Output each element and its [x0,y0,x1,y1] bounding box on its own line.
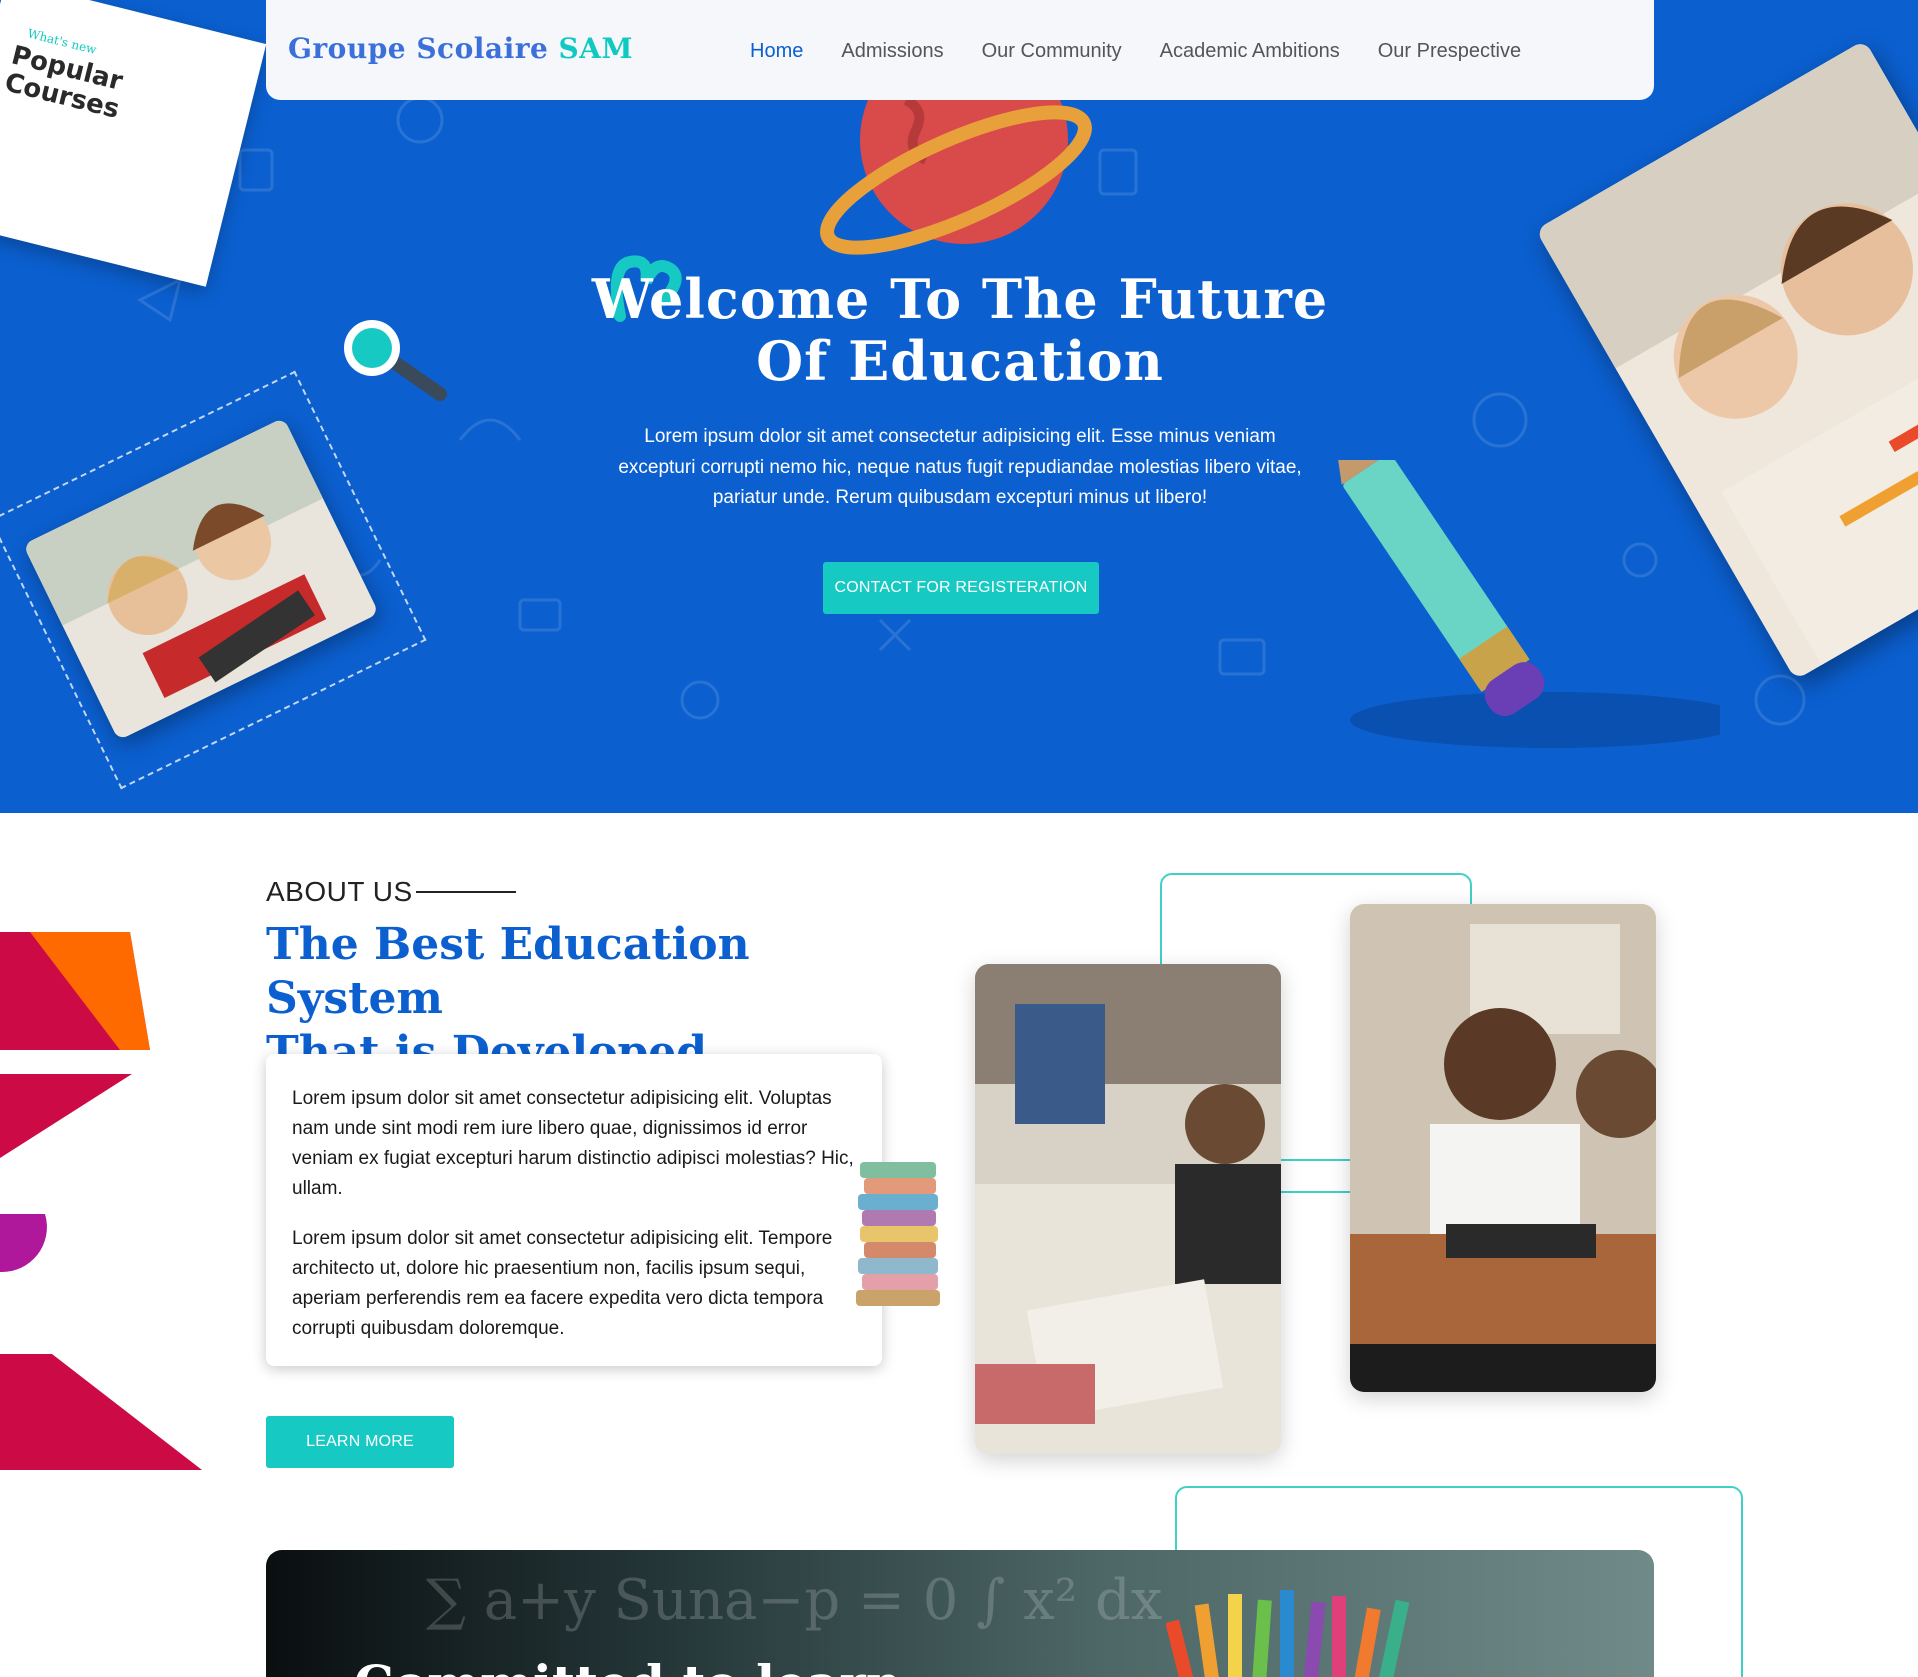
books-stack-icon [856,1162,940,1306]
brand-name-part1: Groupe Scolaire [288,32,549,65]
hero-title-line2: Of Education [756,329,1164,393]
nav-item-our-prespective[interactable]: Our Prespective [1378,40,1521,63]
colored-pencils-image [1166,1590,1410,1677]
nav-item-admissions[interactable]: Admissions [841,40,943,63]
hero-title: Welcome To The Future Of Education [560,268,1360,392]
nav-item-home[interactable]: Home [750,40,803,63]
about-paragraph-2: Lorem ipsum dolor sit amet consectetur a… [292,1228,833,1339]
learn-more-button[interactable]: LEARN MORE [266,1416,454,1468]
navbar: Groupe Scolaire SAM Home Admissions Our … [266,0,1654,100]
magnifier-icon [344,320,447,401]
contact-registration-button[interactable]: CONTACT FOR REGISTERATION [823,562,1099,614]
students-tablet-classroom-photo [1350,904,1656,1392]
about-text-card: Lorem ipsum dolor sit amet consectetur a… [266,1054,882,1366]
brand-logo[interactable]: Groupe Scolaire SAM [288,32,633,65]
photo-connector-line [1281,1159,1350,1161]
kicker-divider [416,891,516,893]
hero-title-line1: Welcome To The Future [591,267,1329,331]
decorative-shapes [0,932,202,1470]
pencil-icon [1332,460,1720,748]
hero-section: What's new Popular Courses Welcome To Th… [0,0,1918,813]
hero-description: Lorem ipsum dolor sit amet consectetur a… [618,426,1302,508]
nav-item-our-community[interactable]: Our Community [982,40,1122,63]
main-nav: Home Admissions Our Community Academic A… [750,40,1559,63]
about-title-line1: The Best Education System [266,919,750,1024]
committed-banner: ∑ a+y Suna−p = 0 ∫ x² dx Committed to le… [266,1550,1654,1677]
courses-card-title: Popular Courses [2,40,129,125]
about-kicker: ABOUT US [266,876,413,907]
about-paragraph-1: Lorem ipsum dolor sit amet consectetur a… [292,1088,854,1199]
brand-name-part2: SAM [558,32,633,65]
students-computer-lab-photo [975,964,1281,1454]
banner-title: Committed to learn [354,1654,902,1677]
nav-item-academic-ambitions[interactable]: Academic Ambitions [1160,40,1340,63]
